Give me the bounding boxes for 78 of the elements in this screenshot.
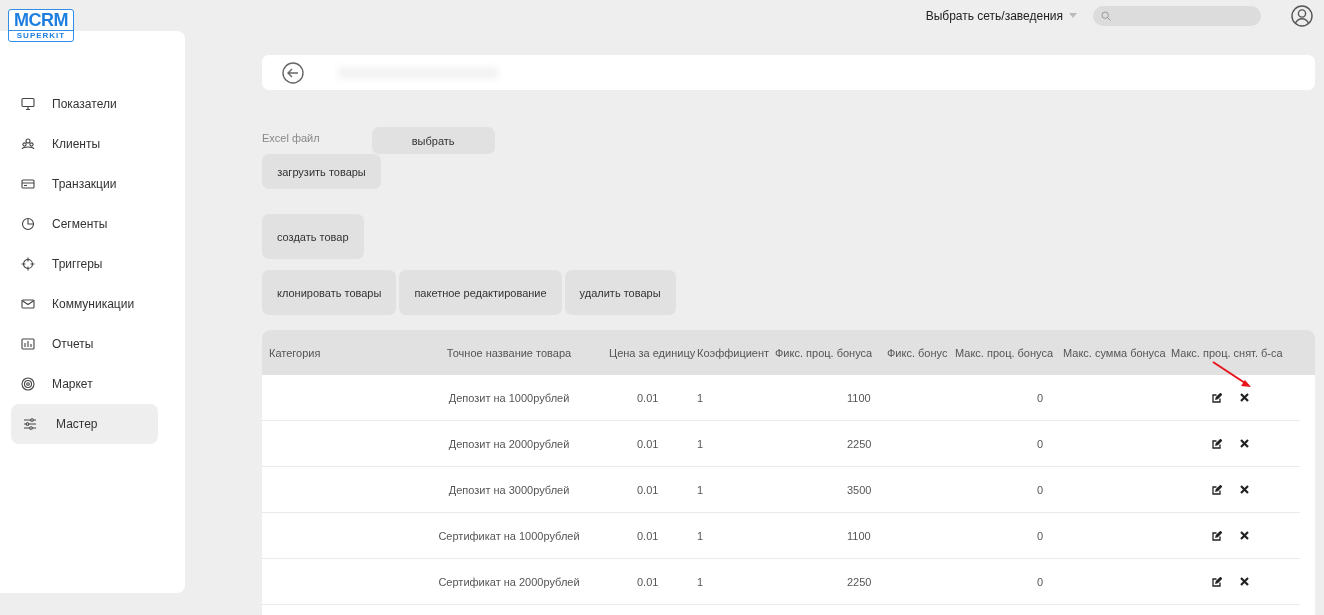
coefficient-cell-text: 1 bbox=[697, 391, 705, 404]
edit-icon[interactable] bbox=[1212, 530, 1222, 541]
rings-icon bbox=[21, 377, 35, 391]
column-header: Фикс. проц. бонуса bbox=[775, 346, 874, 359]
bulk-action-button[interactable]: клонировать товары bbox=[262, 270, 397, 315]
fixed-bonus-cell-text: 1100 bbox=[847, 391, 872, 404]
logo-subtitle: SUPERKIT bbox=[9, 30, 73, 41]
column-header: Категория bbox=[269, 346, 322, 359]
product-name-cell-text: Депозит на 2000рублей bbox=[447, 437, 571, 450]
search-icon bbox=[1101, 10, 1111, 21]
price-cell-text: 0.01 bbox=[637, 483, 660, 496]
excel-file-label: Excel файл bbox=[262, 132, 320, 144]
product-name-cell-text: Сертификат на 1000рублей bbox=[437, 529, 581, 542]
column-header: Коэффициент bbox=[697, 346, 771, 359]
upload-products-button[interactable]: загрузить товары bbox=[262, 154, 381, 189]
logo[interactable]: MCRM SUPERKIT bbox=[8, 9, 74, 42]
max-bonus-sum-cell-text: 0 bbox=[1037, 437, 1045, 450]
max-bonus-sum-cell-text: 0 bbox=[1037, 483, 1045, 496]
delete-icon[interactable] bbox=[1240, 485, 1249, 494]
fixed-bonus-cell-text: 3500 bbox=[847, 483, 873, 496]
price-cell-text: 0.01 bbox=[637, 391, 660, 404]
create-product-button[interactable]: создать товар bbox=[262, 214, 364, 259]
sidebar-item[interactable]: Маркет bbox=[11, 364, 158, 404]
price-cell-text: 0.01 bbox=[637, 529, 660, 542]
mail-icon bbox=[21, 297, 35, 311]
edit-icon[interactable] bbox=[1212, 484, 1222, 495]
search-field[interactable] bbox=[1093, 5, 1261, 26]
sidebar-item[interactable]: Триггеры bbox=[11, 244, 158, 284]
product-name-cell-text: Депозит на 1000рублей bbox=[447, 391, 571, 404]
coefficient-cell-text: 1 bbox=[697, 575, 705, 588]
bulk-action-button[interactable]: пакетное редактирование bbox=[399, 270, 562, 315]
venue-dropdown[interactable]: Выбрать сеть/заведения bbox=[925, 8, 1077, 23]
column-header: Цена за единицу bbox=[609, 346, 697, 359]
fixed-bonus-cell-text: 1100 bbox=[847, 529, 872, 542]
max-bonus-sum-cell-text: 0 bbox=[1037, 529, 1045, 542]
sidebar-item[interactable]: Мастер bbox=[11, 404, 158, 444]
column-header: Макс. сумма бонуса bbox=[1063, 346, 1167, 359]
fixed-bonus-cell-text: 2250 bbox=[847, 575, 873, 588]
column-header: Макс. проц. бонуса bbox=[955, 346, 1055, 359]
delete-icon[interactable] bbox=[1240, 577, 1249, 586]
delete-icon[interactable] bbox=[1240, 531, 1249, 540]
sidebar-item[interactable]: Транзакции bbox=[11, 164, 158, 204]
price-cell-text: 0.01 bbox=[637, 575, 660, 588]
edit-icon[interactable] bbox=[1212, 576, 1222, 587]
sidebar-item[interactable]: Коммуникации bbox=[11, 284, 158, 324]
people-icon bbox=[21, 137, 35, 151]
sidebar-item[interactable]: Сегменты bbox=[11, 204, 158, 244]
delete-icon[interactable] bbox=[1240, 393, 1249, 402]
fixed-bonus-cell-text: 2250 bbox=[847, 437, 873, 450]
sidebar-item[interactable]: Клиенты bbox=[11, 124, 158, 164]
edit-icon[interactable] bbox=[1212, 438, 1222, 449]
bulk-action-button[interactable]: удалить товары bbox=[564, 270, 676, 315]
choose-file-button[interactable]: выбрать bbox=[371, 127, 495, 154]
user-avatar-icon[interactable] bbox=[1291, 4, 1313, 27]
target-icon bbox=[21, 257, 35, 271]
column-header: Фикс. бонус bbox=[886, 346, 949, 359]
coefficient-cell-text: 1 bbox=[697, 483, 705, 496]
edit-icon[interactable] bbox=[1212, 392, 1222, 403]
sidebar-item[interactable]: Показатели bbox=[11, 84, 158, 124]
delete-icon[interactable] bbox=[1240, 439, 1249, 448]
coefficient-cell-text: 1 bbox=[697, 529, 705, 542]
max-bonus-sum-cell-text: 0 bbox=[1037, 575, 1045, 588]
sidebar-item[interactable]: Отчеты bbox=[11, 324, 158, 364]
product-name-cell-text: Сертификат на 2000рублей bbox=[437, 575, 581, 588]
card-icon bbox=[21, 177, 35, 191]
product-name-cell-text: Депозит на 3000рублей bbox=[447, 483, 571, 496]
monitor-icon bbox=[21, 97, 35, 111]
chart-icon bbox=[21, 337, 35, 351]
caret-icon bbox=[1069, 13, 1077, 18]
coefficient-cell-text: 1 bbox=[697, 437, 705, 450]
sliders-icon bbox=[23, 417, 37, 431]
price-cell-text: 0.01 bbox=[637, 437, 660, 450]
max-bonus-sum-cell-text: 0 bbox=[1037, 391, 1045, 404]
column-header: Точное название товара bbox=[445, 346, 573, 359]
logo-title: MCRM bbox=[14, 10, 68, 30]
annotation-arrow bbox=[1212, 361, 1252, 389]
column-header: Макс. проц. снят. б-са bbox=[1171, 346, 1284, 359]
pie-icon bbox=[21, 217, 35, 231]
